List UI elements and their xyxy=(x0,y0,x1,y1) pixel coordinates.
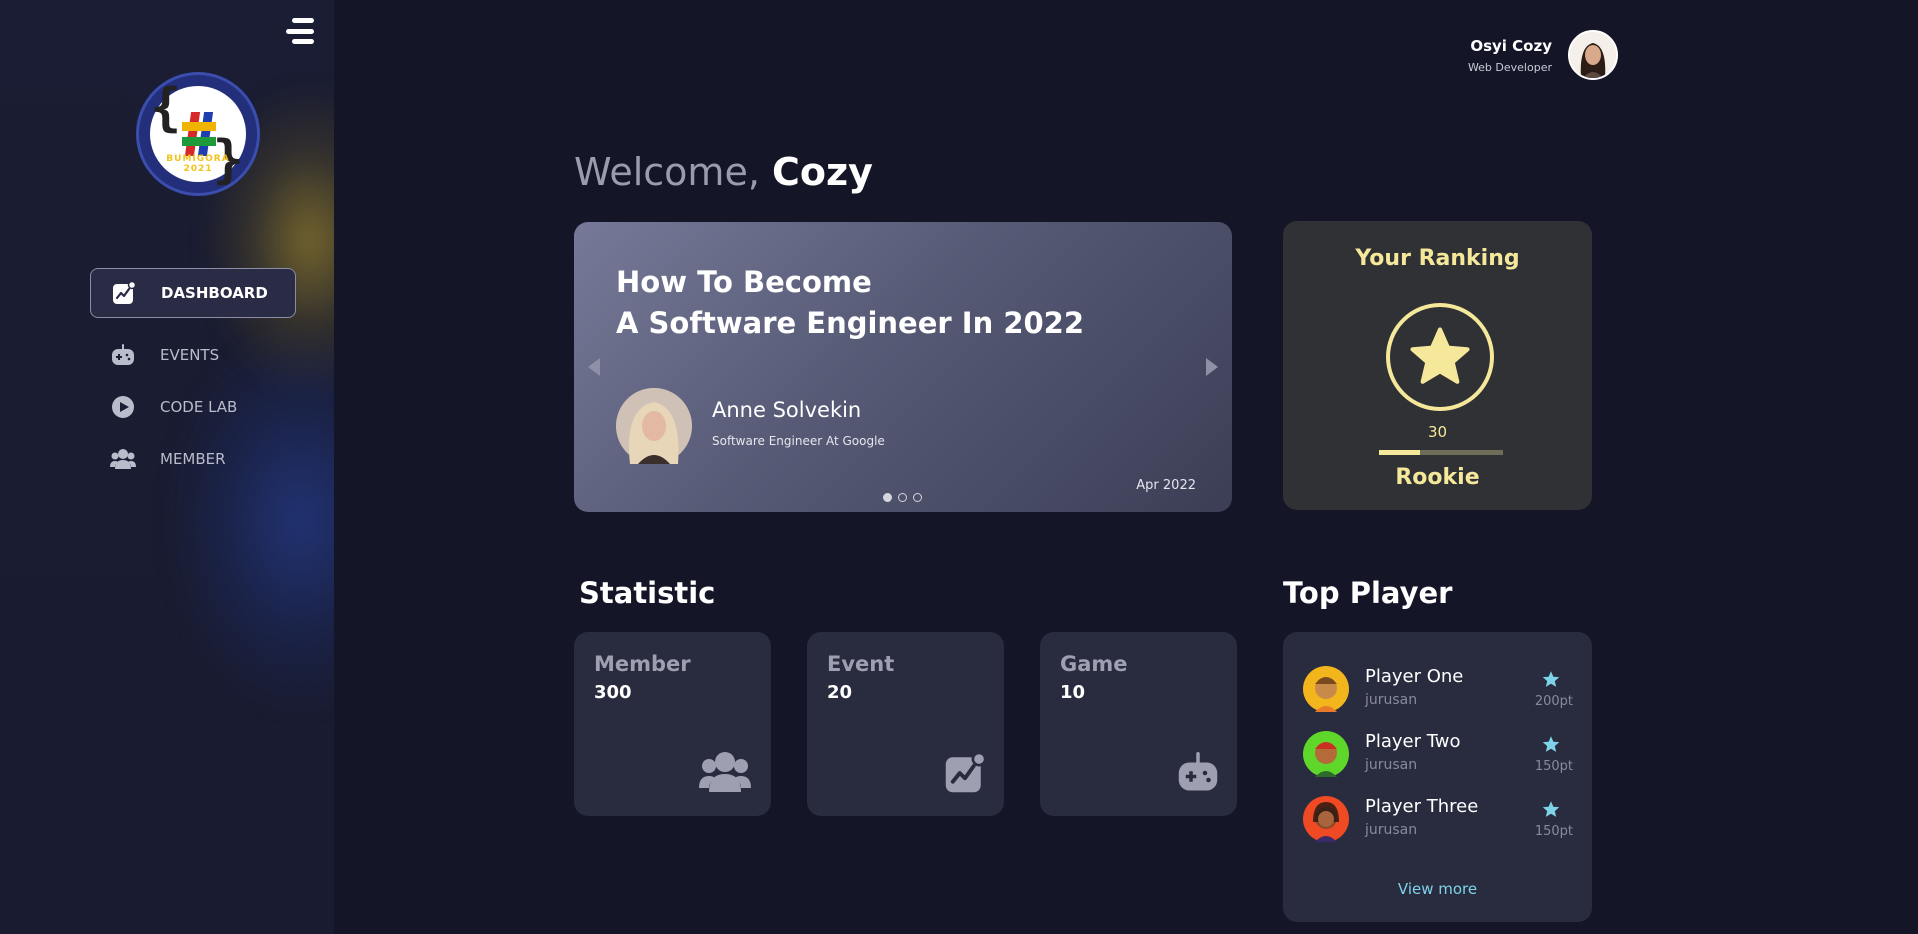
list-item[interactable]: Player Three jurusan 150pt xyxy=(1303,794,1573,842)
ranking-badge xyxy=(1386,303,1494,411)
logo-hash-icon xyxy=(182,112,216,156)
user-role: Web Developer xyxy=(1467,60,1552,74)
star-icon xyxy=(1410,327,1470,384)
player-name: Player One xyxy=(1365,666,1464,687)
player-avatar xyxy=(1303,796,1349,842)
logo[interactable]: { } BUMIGORA 2021 xyxy=(136,72,260,196)
player-dept: jurusan xyxy=(1365,822,1418,838)
ranking-progress xyxy=(1379,450,1503,455)
player-name: Player Two xyxy=(1365,731,1461,752)
view-more-link[interactable]: View more xyxy=(1283,880,1592,898)
stat-value: 20 xyxy=(827,682,853,703)
stat-value: 300 xyxy=(594,682,632,703)
carousel-date: Apr 2022 xyxy=(1136,478,1196,493)
stat-card-game[interactable]: Game 10 xyxy=(1040,632,1237,816)
welcome-heading: Welcome, Cozy xyxy=(574,150,873,194)
star-icon xyxy=(1541,735,1561,758)
carousel-prev-icon[interactable] xyxy=(588,358,600,376)
player-dept: jurusan xyxy=(1365,692,1418,708)
carousel-dot[interactable] xyxy=(883,493,892,502)
author-role: Software Engineer At Google xyxy=(712,434,885,448)
avatar[interactable] xyxy=(1568,30,1618,80)
carousel-dot[interactable] xyxy=(898,493,907,502)
list-item[interactable]: Player One jurusan 200pt xyxy=(1303,664,1573,712)
users-icon xyxy=(110,446,136,472)
sidebar-item-label: CODE LAB xyxy=(160,398,238,416)
player-avatar xyxy=(1303,731,1349,777)
carousel-title-line1: How To Become xyxy=(616,265,872,299)
player-avatar xyxy=(1303,666,1349,712)
sidebar-item-dashboard[interactable]: DASHBOARD xyxy=(90,268,296,318)
ranking-title: Your Ranking xyxy=(1355,246,1520,271)
star-icon xyxy=(1541,800,1561,823)
stat-label: Event xyxy=(827,652,895,676)
carousel-dot[interactable] xyxy=(913,493,922,502)
player-points: 150pt xyxy=(1534,759,1573,774)
author-name: Anne Solvekin xyxy=(712,398,862,422)
carousel-title: How To Become A Software Engineer In 202… xyxy=(616,262,1084,344)
user-name: Osyi Cozy xyxy=(1470,36,1552,55)
featured-carousel[interactable]: How To Become A Software Engineer In 202… xyxy=(574,222,1232,512)
carousel-title-line2: A Software Engineer In 2022 xyxy=(616,306,1085,340)
users-icon xyxy=(697,750,753,798)
sidebar-item-label: DASHBOARD xyxy=(161,284,268,302)
stat-card-event[interactable]: Event 20 xyxy=(807,632,1004,816)
star-icon xyxy=(1541,670,1561,693)
gamepad-icon xyxy=(110,342,136,368)
ranking-score: 30 xyxy=(1427,423,1448,441)
player-points: 150pt xyxy=(1534,824,1573,839)
play-icon xyxy=(110,394,136,420)
gamepad-icon xyxy=(1177,752,1219,798)
sidebar: { } BUMIGORA 2021 DASHBOARD EVENTS CODE … xyxy=(0,0,334,934)
player-dept: jurusan xyxy=(1365,757,1418,773)
chart-icon xyxy=(944,751,987,798)
ranking-card: Your Ranking 30 Rookie xyxy=(1283,221,1592,510)
author-avatar xyxy=(616,388,692,464)
welcome-name: Cozy xyxy=(772,150,873,194)
carousel-dots xyxy=(883,493,922,502)
stat-label: Game xyxy=(1060,652,1128,676)
ranking-level: Rookie xyxy=(1395,465,1480,490)
sidebar-nav: DASHBOARD EVENTS CODE LAB MEMBER xyxy=(90,268,296,486)
stat-card-member[interactable]: Member 300 xyxy=(574,632,771,816)
stat-value: 10 xyxy=(1060,682,1086,703)
stat-label: Member xyxy=(594,652,691,676)
top-player-title: Top Player xyxy=(1283,576,1453,610)
user-profile[interactable]: Osyi Cozy Web Developer xyxy=(1468,30,1618,80)
list-item[interactable]: Player Two jurusan 150pt xyxy=(1303,729,1573,777)
sidebar-item-code-lab[interactable]: CODE LAB xyxy=(90,382,296,432)
sidebar-item-label: EVENTS xyxy=(160,346,220,364)
chart-icon xyxy=(111,280,137,306)
top-player-card: Player One jurusan 200pt Player Two juru… xyxy=(1283,632,1592,922)
player-points: 200pt xyxy=(1534,694,1573,709)
sidebar-item-member[interactable]: MEMBER xyxy=(90,434,296,484)
carousel-next-icon[interactable] xyxy=(1206,358,1218,376)
statistic-title: Statistic xyxy=(579,576,716,610)
player-name: Player Three xyxy=(1365,796,1479,817)
welcome-prefix: Welcome, xyxy=(574,150,760,194)
sidebar-item-events[interactable]: EVENTS xyxy=(90,330,296,380)
logo-text: BUMIGORA 2021 xyxy=(166,154,230,174)
sidebar-item-label: MEMBER xyxy=(160,450,226,468)
menu-toggle-icon[interactable] xyxy=(284,18,314,44)
